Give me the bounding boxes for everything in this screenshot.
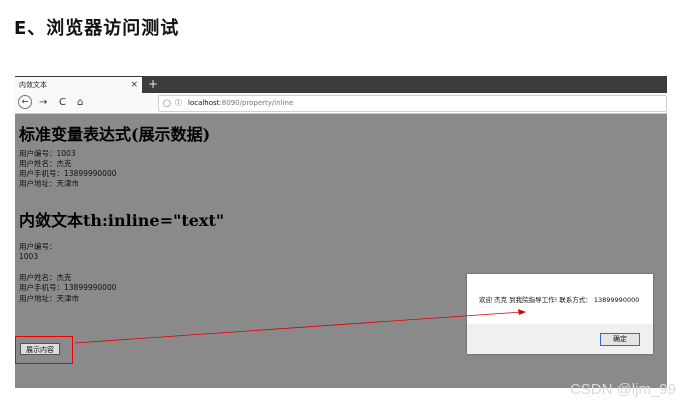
user-phone-line: 用户手机号：13899990000	[19, 169, 117, 178]
user-address-line: 用户地址：天津市	[19, 179, 79, 188]
page-content: 标准变量表达式(展示数据) 用户编号：1003 用户姓名：杰克 用户手机号：13…	[15, 114, 667, 388]
alert-footer: 确定	[467, 324, 653, 354]
shield-icon: ◯	[163, 99, 171, 107]
forward-icon[interactable]: →	[39, 96, 47, 110]
user-name-line: 用户姓名：杰克	[19, 159, 72, 168]
tab-bar: 内敛文本 × +	[15, 76, 667, 93]
tab-title: 内敛文本	[19, 81, 47, 89]
url-path: :8090/property/inline	[219, 99, 294, 107]
user-id-line: 用户编号：1003	[19, 149, 76, 158]
new-tab-icon[interactable]: +	[148, 76, 158, 93]
url-host: localhost	[188, 99, 220, 107]
show-content-button[interactable]: 展示内容	[20, 343, 60, 355]
reload-icon[interactable]: C	[59, 96, 66, 110]
watermark: CSDN @ljm_99	[569, 381, 676, 398]
inline-user-id-label: 用户编号：	[19, 242, 57, 251]
inline-user-id-value: 1003	[19, 252, 39, 261]
address-bar[interactable]: ◯ ⓘ localhost:8090/property/inline	[158, 95, 667, 112]
browser-window: 内敛文本 × + ← → C ⌂ ◯ ⓘ localhost:8090/prop…	[15, 76, 667, 388]
back-icon[interactable]: ←	[18, 95, 32, 109]
article-heading: E、浏览器访问测试	[14, 18, 180, 39]
section2-title: 内敛文本th:inline="text"	[19, 211, 225, 230]
inline-user-address-line: 用户地址：天津市	[19, 294, 79, 303]
info-icon[interactable]: ⓘ	[175, 96, 182, 110]
alert-message: 欢迎 杰克 到我院指导工作! 联系方式： 13899990000	[479, 296, 640, 304]
browser-tab[interactable]: 内敛文本 ×	[15, 77, 142, 93]
tab-close-icon[interactable]: ×	[130, 77, 138, 93]
inline-user-phone-line: 用户手机号：13899990000	[19, 283, 117, 292]
alert-dialog: 欢迎 杰克 到我院指导工作! 联系方式： 13899990000 确定	[467, 274, 653, 354]
section1-title: 标准变量表达式(展示数据)	[19, 125, 211, 144]
home-icon[interactable]: ⌂	[77, 96, 83, 110]
url-text: localhost:8090/property/inline	[188, 96, 293, 110]
inline-user-name-line: 用户姓名：杰克	[19, 273, 72, 282]
navigation-bar: ← → C ⌂ ◯ ⓘ localhost:8090/property/inli…	[15, 93, 667, 114]
ok-button[interactable]: 确定	[600, 333, 640, 346]
